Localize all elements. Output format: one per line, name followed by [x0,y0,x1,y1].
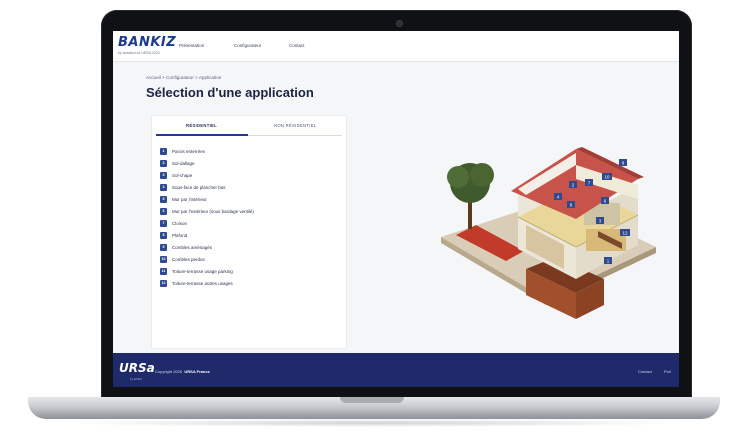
active-tab-indicator [156,134,248,136]
ursa-logo-subtitle: by ETEX [130,377,142,381]
header: BANKIZ by Isolation ac URSA 2023 Présent… [113,31,679,62]
nav-configurateur[interactable]: Configurateur [234,43,261,48]
list-item[interactable]: 8 Plafond [160,230,187,240]
item-label: Combles aménagés [172,244,213,250]
list-item[interactable]: 12 Toiture-terrasse autres usages [160,278,233,288]
item-label: Mur par l'extérieur (sous bardage ventil… [172,208,254,214]
item-label: Parois enterrées [172,148,206,154]
item-label: Sol-dallage [172,160,195,166]
list-item[interactable]: 3 Sol-chape [160,170,192,180]
house-marker[interactable]: 3 [596,217,604,224]
footer-link-contact[interactable]: Contact [638,369,652,374]
screen: BANKIZ by Isolation ac URSA 2023 Présent… [113,31,679,387]
copyright: Copyright 2026 URSA France [155,369,210,374]
item-label: Cloison [172,220,188,226]
laptop-shadow [60,419,688,427]
house-marker[interactable]: 1 [604,257,612,264]
footer-link-policy[interactable]: Poli [664,369,671,374]
item-number-badge: 5 [160,195,167,203]
webcam-icon [396,20,403,27]
item-label: Toiture-terrasse usage parking [172,268,233,274]
tab-residentiel[interactable]: RÉSIDENTIEL [186,123,217,128]
house-marker[interactable]: 7 [585,179,593,186]
list-item[interactable]: 11 Toiture-terrasse usage parking [160,266,233,276]
house-marker[interactable]: 6 [601,197,609,204]
list-item[interactable]: 7 Cloison [160,218,187,228]
list-item[interactable]: 10 Combles perdus [160,254,205,264]
list-item[interactable]: 1 Parois enterrées [160,146,205,156]
house-marker[interactable]: 4 [554,193,562,200]
svg-text:12: 12 [622,231,628,236]
laptop-notch [340,397,404,403]
company-name: URSA France [184,369,210,374]
item-number-badge: 12 [160,279,167,287]
list-item[interactable]: 4 Sous-face de plancher bas [160,182,226,192]
item-number-badge: 7 [160,219,167,227]
item-number-badge: 6 [160,207,167,215]
item-number-badge: 1 [160,147,167,155]
item-label: Sol-chape [172,172,193,178]
house-marker[interactable]: 2 [569,181,577,188]
logo-subtitle: by Isolation ac URSA 2023 [118,51,160,55]
item-label: Sous-face de plancher bas [172,184,226,190]
house-cutaway-illustration[interactable]: 9 7 10 2 6 12 8 3 4 1 [426,119,666,339]
house-marker[interactable]: 10 [602,173,612,180]
page-title: Sélection d'une application [146,85,314,100]
item-number-badge: 9 [160,243,167,251]
tab-non-residentiel[interactable]: NON RÉSIDENTIEL [274,123,316,128]
nav-contact[interactable]: Contact [289,43,305,48]
list-item[interactable]: 5 Mur par l'intérieur [160,194,207,204]
application-panel: RÉSIDENTIEL NON RÉSIDENTIEL 1 Parois ente… [151,115,347,349]
house-marker[interactable]: 8 [567,201,575,208]
item-number-badge: 10 [160,255,167,263]
item-number-badge: 8 [160,231,167,239]
item-label: Combles perdus [172,256,205,262]
ursa-logo[interactable]: URSa [119,361,155,375]
breadcrumb[interactable]: Accueil > Configurateur > Application [146,75,221,80]
item-label: Mur par l'intérieur [172,196,207,202]
item-number-badge: 4 [160,183,167,191]
item-number-badge: 3 [160,171,167,179]
item-label: Toiture-terrasse autres usages [172,280,233,286]
footer: URSa by ETEX Copyright 2026 URSA France … [113,353,679,387]
item-label: Plafond [172,232,188,238]
house-marker[interactable]: 12 [620,229,630,236]
nav-presentation[interactable]: Présentation [179,43,204,48]
list-item[interactable]: 2 Sol-dallage [160,158,195,168]
item-number-badge: 11 [160,267,167,275]
svg-text:10: 10 [604,175,610,180]
copyright-text: Copyright 2026 [155,369,183,374]
list-item[interactable]: 9 Combles aménagés [160,242,212,252]
house-marker[interactable]: 9 [619,159,627,166]
item-number-badge: 2 [160,159,167,167]
list-item[interactable]: 6 Mur par l'extérieur (sous bardage venti… [160,206,254,216]
bankiz-logo[interactable]: BANKIZ [118,35,176,50]
